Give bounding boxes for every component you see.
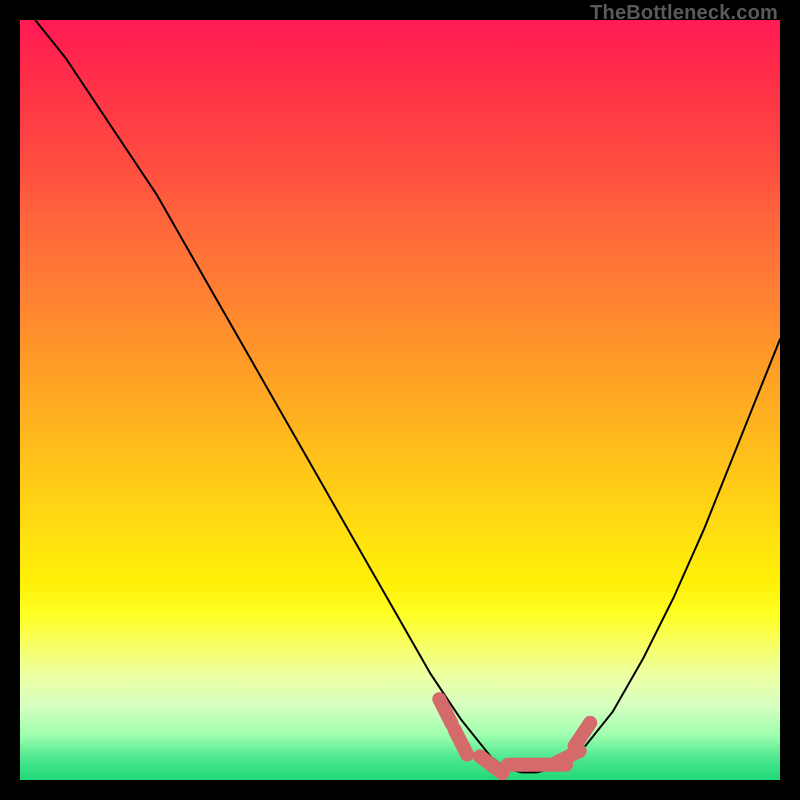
optimal-marker [480, 756, 502, 773]
chart-svg [20, 20, 780, 780]
bottleneck-curve [35, 20, 780, 772]
optimal-marker [455, 730, 468, 755]
watermark-text: TheBottleneck.com [590, 2, 778, 25]
plot-area [20, 20, 780, 780]
chart-frame: TheBottleneck.com [0, 0, 800, 800]
optimal-zone-markers [439, 699, 590, 773]
